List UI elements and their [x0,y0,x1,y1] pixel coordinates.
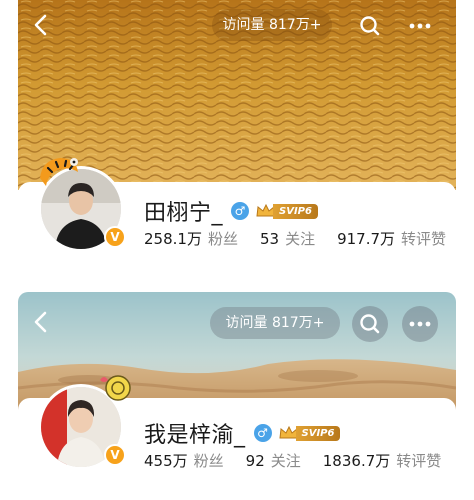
back-button[interactable] [28,11,56,39]
gender-male-icon: ♂ [231,202,250,220]
svip-level: SVIP6 [295,425,341,441]
likes-count[interactable]: 917.7万 [337,228,395,249]
profile-card-1: 访问量 817万+ V 田栩宁_ ♂ SVIP6 258.1万 粉丝 53 关注… [18,0,456,262]
profile-card-2: 访问量 817万+ V 我是梓渝_ ♂ SVIP6 455万 粉丝 92 关注 … [18,292,456,500]
gender-male-icon: ♂ [253,424,272,442]
back-button[interactable] [28,308,56,336]
more-button[interactable] [402,306,438,342]
stats-row: 258.1万 粉丝 53 关注 917.7万 转评赞 [144,228,446,252]
search-icon [360,16,380,36]
tiger-pendant [34,150,84,200]
verified-badge: V [104,226,126,248]
stats-row: 455万 粉丝 92 关注 1836.7万 转评赞 [144,450,441,474]
user-name: 我是梓渝_ [144,423,246,448]
following-label[interactable]: 关注 [271,450,301,471]
search-button[interactable] [352,306,388,342]
more-dots-icon [409,23,431,29]
name-row: 田栩宁_ ♂ SVIP6 [144,196,318,226]
followers-label[interactable]: 粉丝 [194,450,224,471]
chevron-left-icon [34,14,47,36]
following-count[interactable]: 53 [260,230,279,248]
search-button[interactable] [352,8,388,44]
svip-badge[interactable]: SVIP6 [278,424,341,442]
followers-label[interactable]: 粉丝 [208,228,238,249]
following-label[interactable]: 关注 [285,228,315,249]
visit-count-pill[interactable]: 访问量 817万+ [212,9,332,41]
likes-count[interactable]: 1836.7万 [323,450,391,471]
likes-label[interactable]: 转评赞 [396,450,441,471]
more-dots-icon [409,321,431,327]
name-row: 我是梓渝_ ♂ SVIP6 [144,418,341,448]
svip-badge[interactable]: SVIP6 [255,202,318,220]
followers-count[interactable]: 258.1万 [144,228,202,249]
following-count[interactable]: 92 [246,452,265,470]
verified-badge: V [104,444,126,466]
search-icon [360,314,380,334]
svip-level: SVIP6 [273,203,318,219]
chick-pendant [96,372,134,406]
visit-count-pill[interactable]: 访问量 817万+ [210,307,340,339]
more-button[interactable] [402,8,438,44]
likes-label[interactable]: 转评赞 [401,228,446,249]
followers-count[interactable]: 455万 [144,450,188,471]
user-name: 田栩宁_ [144,201,224,226]
chevron-left-icon [34,311,47,333]
